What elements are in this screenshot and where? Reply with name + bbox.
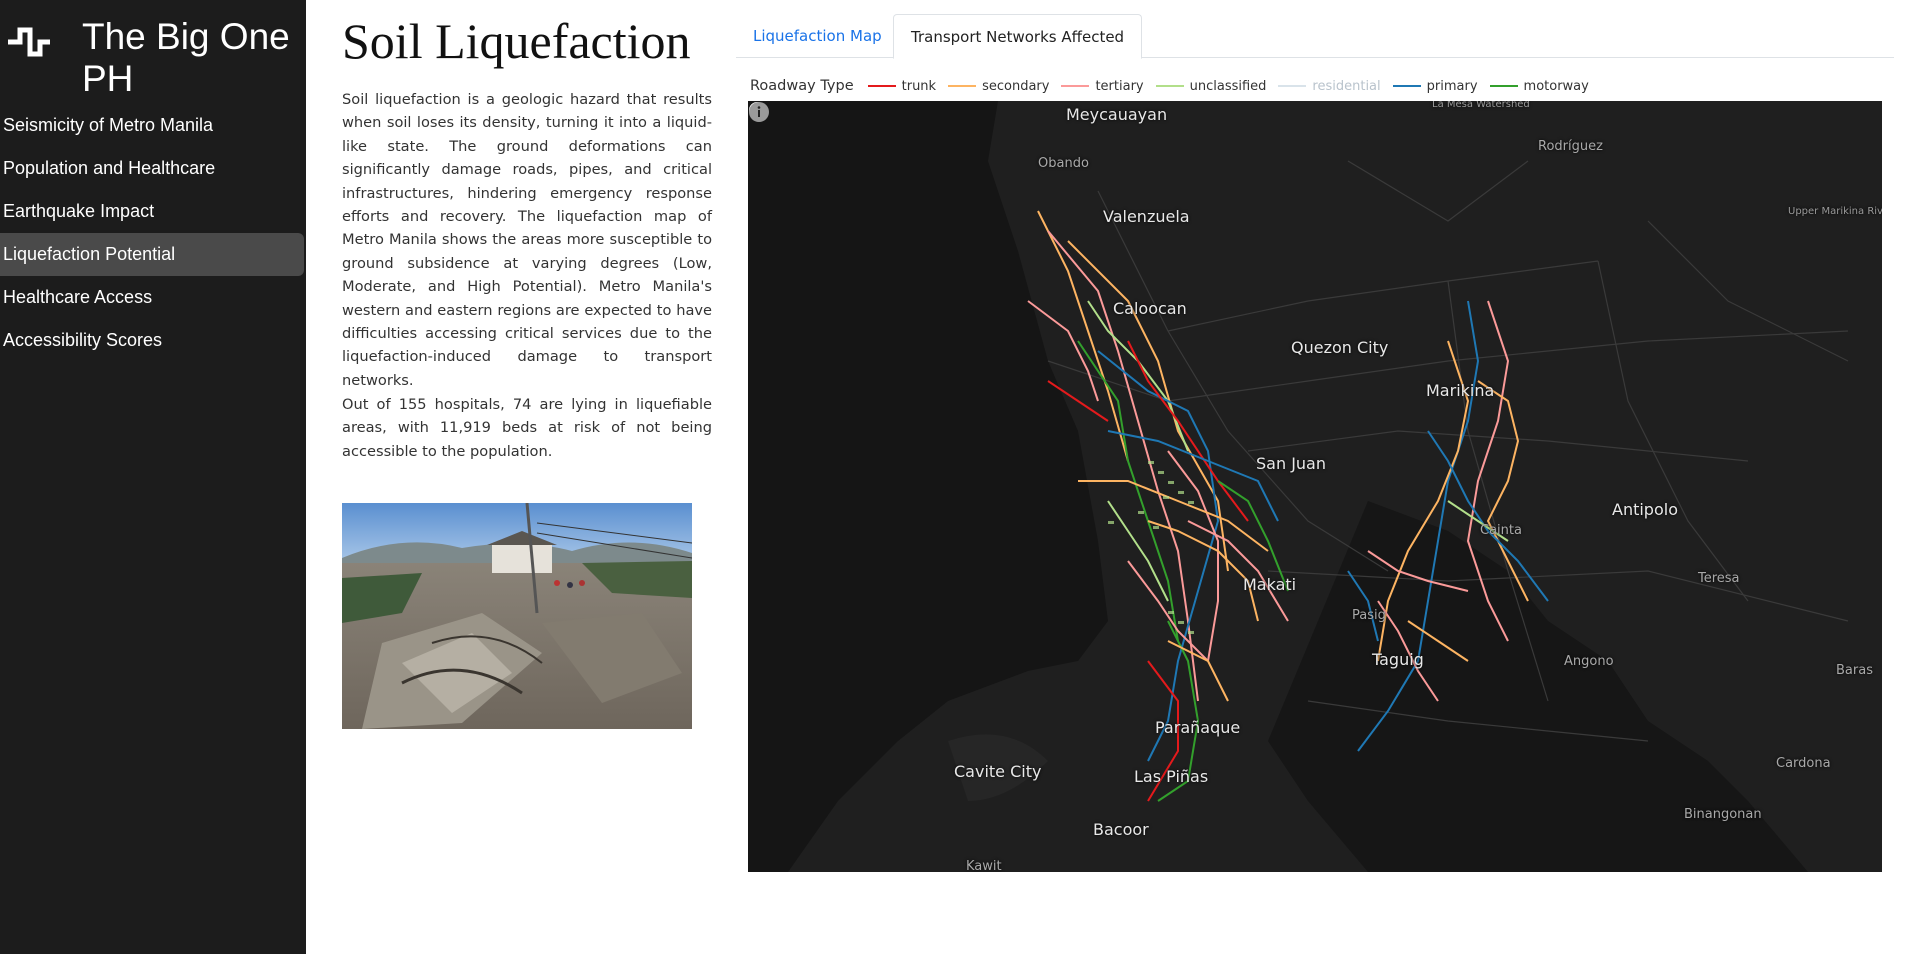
map-label-upper-marikina: Upper Marikina River Basin Protected Lan… (1788, 206, 1882, 217)
sidebar-item-healthcare-access[interactable]: Healthcare Access (0, 276, 304, 319)
map-label-obando: Obando (1038, 156, 1089, 171)
pulse-logo-icon (8, 27, 50, 57)
sidebar-item-earthquake-impact[interactable]: Earthquake Impact (0, 190, 304, 233)
legend-item-primary[interactable]: primary (1392, 78, 1478, 94)
sidebar: The Big One PH Seismicity of Metro Manil… (0, 0, 306, 954)
roadway-legend: Roadway Type trunk secondary tertiary un… (750, 75, 1601, 97)
map-label-teresa: Teresa (1698, 571, 1740, 586)
map-label-cavite-city: Cavite City (954, 762, 1042, 781)
page-title: Soil Liquefaction (342, 13, 691, 69)
legend-label-residential: residential (1312, 78, 1381, 94)
map-label-binangonan: Binangonan (1684, 807, 1762, 822)
map-canvas (748, 101, 1849, 872)
map-label-marikina: Marikina (1426, 381, 1495, 400)
legend-swatch-motorway (1489, 85, 1518, 87)
legend-swatch-residential (1278, 85, 1307, 87)
transport-network-map[interactable]: Meycauayan Obando Valenzuela Caloocan Qu… (748, 101, 1882, 872)
brand[interactable]: The Big One PH (0, 14, 306, 99)
map-label-meycauayan: Meycauayan (1066, 105, 1168, 124)
legend-label-trunk: trunk (901, 78, 937, 94)
legend-item-tertiary[interactable]: tertiary (1061, 78, 1144, 94)
map-label-kawit: Kawit (966, 859, 1002, 872)
map-label-rodriguez: Rodríguez (1538, 139, 1603, 154)
map-label-makati: Makati (1243, 575, 1297, 594)
legend-swatch-primary (1392, 85, 1421, 87)
legend-item-secondary[interactable]: secondary (948, 79, 1049, 94)
info-icon[interactable] (748, 101, 770, 123)
tab-transport-networks[interactable]: Transport Networks Affected (893, 14, 1143, 59)
intro-paragraph: Soil liquefaction is a geologic hazard t… (342, 91, 712, 389)
map-label-valenzuela: Valenzuela (1103, 207, 1190, 226)
map-label-bacoor: Bacoor (1093, 820, 1149, 839)
legend-item-residential[interactable]: residential (1278, 78, 1381, 94)
hospital-stats-paragraph: Out of 155 hospitals, 74 are lying in li… (342, 396, 712, 460)
liquefaction-damage-photo (342, 503, 692, 729)
map-label-angono: Angono (1564, 654, 1614, 669)
legend-swatch-tertiary (1061, 85, 1090, 87)
map-label-las-pinas: Las Piñas (1134, 767, 1209, 786)
sidebar-item-population[interactable]: Population and Healthcare (0, 147, 304, 190)
tab-liquefaction-map[interactable]: Liquefaction Map (736, 14, 899, 58)
legend-swatch-unclassified (1155, 85, 1184, 87)
map-label-pasig: Pasig (1352, 608, 1386, 623)
map-label-antipolo: Antipolo (1612, 500, 1678, 519)
legend-label-motorway: motorway (1523, 78, 1589, 94)
map-label-caloocan: Caloocan (1113, 299, 1187, 318)
map-label-paranaque: Parañaque (1155, 718, 1241, 737)
sidebar-item-liquefaction[interactable]: Liquefaction Potential (0, 233, 304, 276)
legend-item-motorway[interactable]: motorway (1489, 78, 1589, 94)
sidebar-item-seismicity[interactable]: Seismicity of Metro Manila (0, 104, 304, 147)
app-title: The Big One PH (82, 16, 290, 99)
map-label-baras: Baras (1836, 663, 1873, 678)
map-label-watershed: La Mesa Watershed (1432, 101, 1530, 110)
legend-label-secondary: secondary (982, 78, 1050, 94)
sidebar-nav: Seismicity of Metro Manila Population an… (0, 104, 306, 362)
legend-label-unclassified: unclassified (1189, 78, 1267, 94)
legend-label-tertiary: tertiary (1095, 78, 1144, 94)
legend-item-trunk[interactable]: trunk (867, 78, 937, 94)
legend-swatch-trunk (867, 85, 896, 87)
sidebar-item-accessibility[interactable]: Accessibility Scores (0, 319, 304, 362)
legend-swatch-secondary (948, 85, 977, 87)
map-label-quezon-city: Quezon City (1291, 338, 1389, 357)
map-label-cardona: Cardona (1776, 756, 1831, 771)
map-label-cainta: Cainta (1480, 523, 1522, 538)
legend-item-unclassified[interactable]: unclassified (1155, 78, 1267, 94)
map-label-taguig: Taguig (1372, 650, 1424, 669)
tab-bar: Liquefaction Map Transport Networks Affe… (736, 14, 1894, 59)
legend-title: Roadway Type (750, 78, 854, 94)
legend-label-primary: primary (1426, 78, 1478, 94)
map-label-san-juan: San Juan (1256, 454, 1326, 473)
